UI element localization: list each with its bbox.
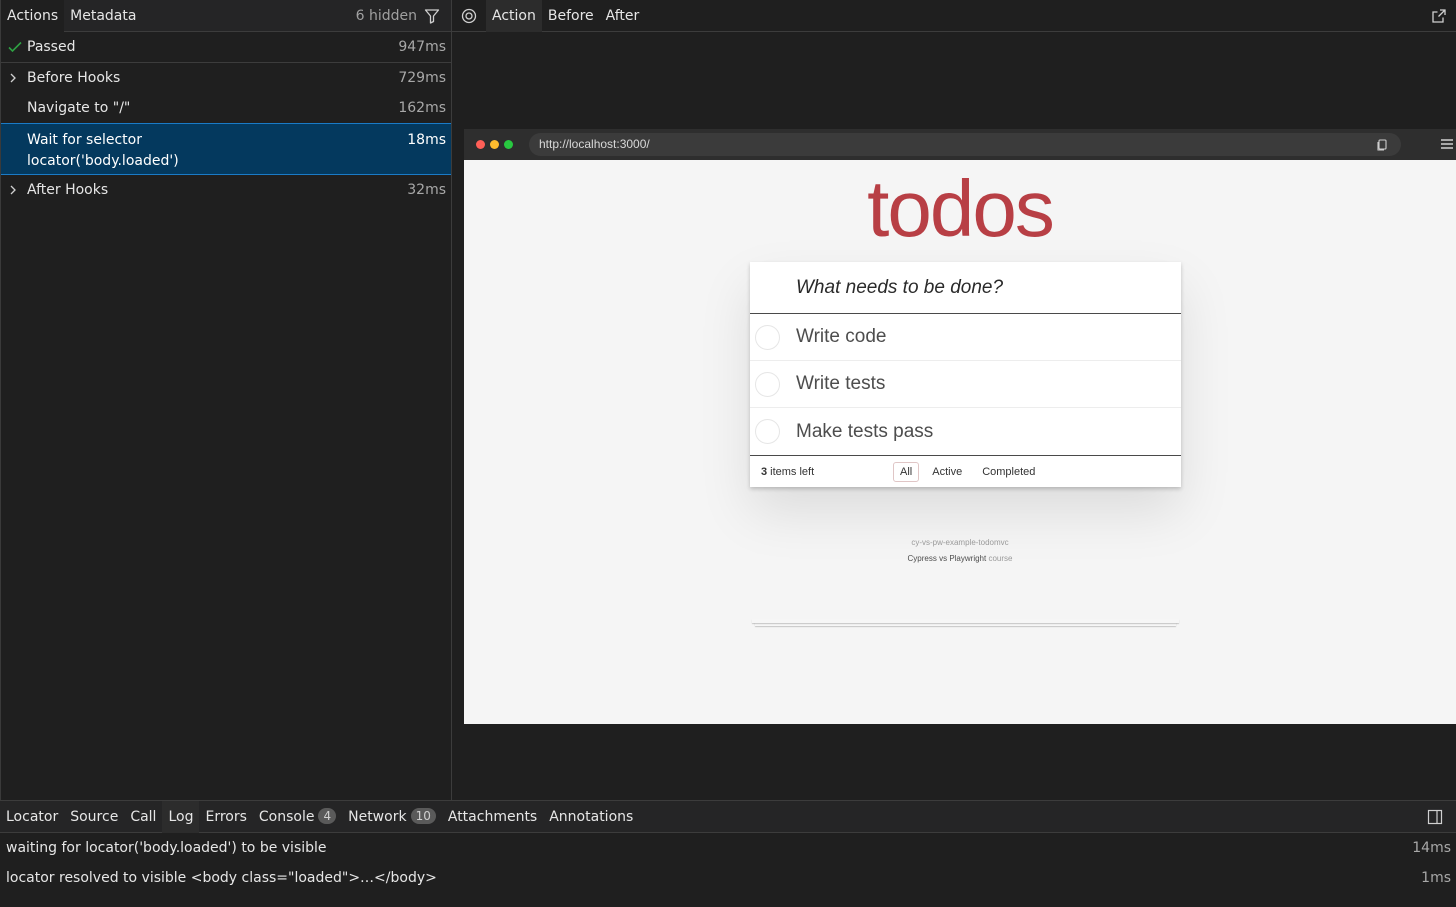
todo-toggle-checkbox[interactable] [755,419,780,444]
action-title: After Hooks [27,182,109,198]
tab-actions[interactable]: Actions [1,0,65,32]
todo-filters: All Active Completed [890,461,1045,482]
check-icon [7,39,27,55]
tab-log[interactable]: Log [162,800,200,833]
todo-label[interactable]: Make tests pass [796,421,933,443]
info-credit-suffix: course [988,554,1013,563]
info-credit-link[interactable]: Cypress vs Playwright [908,554,987,563]
action-duration: 18ms [407,132,446,148]
hidden-count: 6 hidden [355,7,417,24]
log-line: locator resolved to visible <body class=… [0,863,1456,893]
toggle-layout-button[interactable] [1420,801,1450,833]
action-title: Before Hooks [27,70,121,86]
log-duration: 14ms [1412,840,1451,856]
tab-errors[interactable]: Errors [199,801,252,833]
action-row-wait-for-selector[interactable]: Wait for selector locator('body.loaded')… [1,123,451,175]
open-snapshot-button[interactable] [1422,0,1456,32]
log-text: locator resolved to visible <body class=… [6,870,437,886]
todo-label[interactable]: Write tests [796,373,885,395]
todo-toggle-checkbox[interactable] [755,371,780,397]
tab-attachments[interactable]: Attachments [442,801,543,833]
passed-row[interactable]: Passed 947ms [1,32,451,63]
action-title: Navigate to "/" [27,100,131,116]
info-credit: Cypress vs Playwright course [464,551,1456,567]
console-count-badge: 4 [318,807,337,824]
action-duration: 32ms [407,182,446,198]
close-dot [476,140,485,149]
todo-count: 3 items left [761,466,814,478]
tab-network[interactable]: Network 10 [342,801,442,833]
filter-icon [424,8,440,24]
todo-label[interactable]: Write code [796,326,886,348]
browser-toolbar: http://localhost:3000/ [464,129,1456,160]
action-row-navigate[interactable]: Navigate to "/" 162ms [1,93,451,123]
tab-annotations[interactable]: Annotations [543,801,639,833]
tab-console[interactable]: Console 4 [253,801,342,833]
todo-footer: 3 items left All Active Completed [750,455,1181,487]
dock-layout-icon [1427,809,1443,824]
passed-duration: 947ms [398,39,446,55]
todo-count-number: 3 [761,465,768,478]
todo-count-suffix: items left [770,465,815,478]
tab-source[interactable]: Source [64,801,124,833]
new-todo-row [750,262,1181,314]
action-row-after-hooks[interactable]: After Hooks 32ms [1,175,451,205]
stacked-card-shadow [752,619,1179,623]
todo-app-card: Write code Write tests Make tests pass 3… [750,262,1181,487]
actions-tabbar: Actions Metadata 6 hidden [1,0,451,32]
action-locator: locator('body.loaded') [27,153,179,169]
action-duration: 162ms [398,100,446,116]
url-bar[interactable]: http://localhost:3000/ [529,133,1401,156]
new-todo-input[interactable] [796,276,1166,299]
actions-pane: Actions Metadata 6 hidden Passed 947ms B… [0,0,451,800]
target-icon [461,8,477,23]
tab-locator[interactable]: Locator [0,801,64,833]
passed-label: Passed [27,39,76,55]
action-title: Wait for selector [27,132,142,148]
tab-after[interactable]: After [600,0,646,32]
snapshot-pane: Action Before After http://localhost:300… [452,0,1456,800]
external-link-icon [1432,8,1446,23]
details-tabbar: Locator Source Call Log Errors Console 4 … [0,800,1456,833]
chevron-right-icon[interactable] [7,184,27,196]
tab-action[interactable]: Action [486,0,542,32]
app-info-footer: cy-vs-pw-example-todomvc Cypress vs Play… [464,535,1456,567]
filter-button[interactable] [421,5,443,27]
action-duration: 729ms [398,70,446,86]
log-text: waiting for locator('body.loaded') to be… [6,840,327,856]
hamburger-menu-icon[interactable] [1440,137,1454,151]
app-title: todos [867,164,1055,253]
tab-network-label: Network [348,808,407,825]
filter-completed[interactable]: Completed [975,462,1042,482]
filter-all[interactable]: All [893,461,920,482]
todo-item[interactable]: Make tests pass [750,408,1181,455]
tab-metadata[interactable]: Metadata [64,0,142,32]
todo-item[interactable]: Write code [750,314,1181,361]
todo-toggle-checkbox[interactable] [755,324,780,350]
network-count-badge: 10 [410,807,436,824]
snapshot-tabbar: Action Before After [452,0,1456,32]
todo-item[interactable]: Write tests [750,361,1181,408]
browser-snapshot: http://localhost:3000/ todos Write code … [464,129,1456,724]
action-row-before-hooks[interactable]: Before Hooks 729ms [1,63,451,93]
log-line: waiting for locator('body.loaded') to be… [0,833,1456,863]
chevron-right-icon[interactable] [7,72,27,84]
tab-call[interactable]: Call [124,801,162,833]
tab-console-label: Console [258,808,315,825]
maximize-dot [504,140,513,149]
filter-active[interactable]: Active [925,462,969,482]
info-repo-name: cy-vs-pw-example-todomvc [911,538,1009,547]
tab-before[interactable]: Before [542,0,600,32]
copy-icon[interactable] [1375,138,1389,152]
log-duration: 1ms [1421,870,1451,886]
pick-locator-button[interactable] [452,0,486,32]
minimize-dot [490,140,499,149]
details-pane: Locator Source Call Log Errors Console 4 … [0,800,1456,907]
